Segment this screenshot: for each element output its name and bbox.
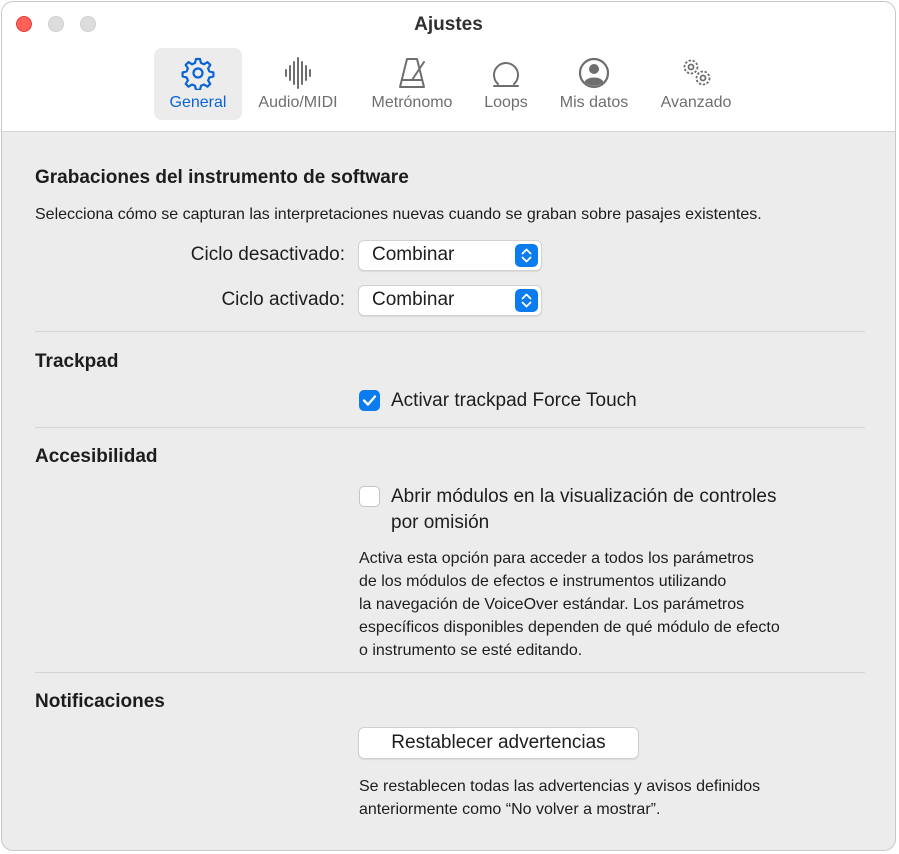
cycle-off-label: Ciclo desactivado: — [190, 244, 345, 265]
tab-metronome[interactable]: Metrónomo — [358, 48, 466, 120]
tab-general[interactable]: General — [154, 48, 242, 120]
notifications-section-title: Notificaciones — [35, 691, 165, 712]
tab-metronome-label: Metrónomo — [371, 94, 453, 111]
force-touch-checkbox[interactable] — [359, 390, 380, 411]
chevron-up-down-icon — [515, 244, 538, 267]
accessibility-section-title: Accesibilidad — [35, 446, 158, 467]
person-circle-icon — [578, 57, 610, 89]
cycle-on-value: Combinar — [372, 289, 455, 310]
force-touch-label[interactable]: Activar trackpad Force Touch — [391, 390, 637, 412]
cycle-on-label: Ciclo activado: — [221, 289, 345, 310]
tab-my-info[interactable]: Mis datos — [548, 48, 640, 120]
accessibility-help-text: Activa esta opción para acceder a todos … — [359, 550, 754, 567]
tab-loops-label: Loops — [484, 94, 528, 111]
gear-icon — [181, 57, 215, 90]
tab-loops[interactable]: Loops — [474, 48, 538, 120]
cycle-on-popup[interactable]: Combinar — [358, 285, 542, 316]
tab-advanced[interactable]: Avanzado — [650, 48, 742, 120]
section-divider — [35, 427, 865, 428]
waveform-icon — [285, 57, 311, 89]
reset-warnings-button[interactable]: Restablecer advertencias — [358, 727, 639, 759]
chevron-up-down-icon — [515, 289, 538, 312]
accessibility-help-text: específicos disponibles dependen de qué … — [359, 619, 780, 636]
accessibility-help-text: la navegación de VoiceOver estándar. Los… — [359, 596, 745, 613]
accessibility-help-text: o instrumento se esté editando. — [359, 642, 583, 659]
open-plugins-controls-checkbox[interactable] — [359, 486, 380, 507]
cycle-off-popup[interactable]: Combinar — [358, 240, 542, 271]
loop-icon — [493, 62, 519, 87]
accessibility-help-text: de los módulos de efectos e instrumentos… — [359, 573, 727, 590]
tab-general-label: General — [169, 94, 227, 111]
section-divider — [35, 331, 865, 332]
tab-audio-midi-label: Audio/MIDI — [258, 94, 338, 111]
notifications-help-text: anteriormente como “No volver a mostrar”… — [359, 801, 661, 818]
gears-icon — [683, 59, 711, 86]
notifications-help-text: Se restablecen todas las advertencias y … — [359, 778, 761, 795]
tab-my-info-label: Mis datos — [559, 94, 629, 111]
tab-advanced-label: Avanzado — [660, 94, 732, 111]
toolbar: Ajustes General Audio/MIDI Metrónomo Loo… — [2, 2, 895, 132]
recording-section-title: Grabaciones del instrumento de software — [35, 167, 409, 188]
open-plugins-controls-label-line2[interactable]: por omisión — [391, 512, 489, 534]
trackpad-section-title: Trackpad — [35, 351, 119, 372]
general-settings-pane: Grabaciones del instrumento de software … — [2, 132, 895, 850]
cycle-off-value: Combinar — [372, 244, 455, 265]
recording-description: Selecciona cómo se capturan las interpre… — [35, 206, 762, 223]
settings-window: Ajustes General Audio/MIDI Metrónomo Loo… — [1, 1, 896, 851]
open-plugins-controls-label-line1[interactable]: Abrir módulos en la visualización de con… — [391, 486, 776, 508]
section-divider — [35, 672, 865, 673]
window-title: Ajustes — [414, 14, 483, 35]
metronome-icon — [399, 58, 425, 88]
tab-audio-midi[interactable]: Audio/MIDI — [250, 48, 346, 120]
checkmark-icon — [362, 395, 377, 406]
